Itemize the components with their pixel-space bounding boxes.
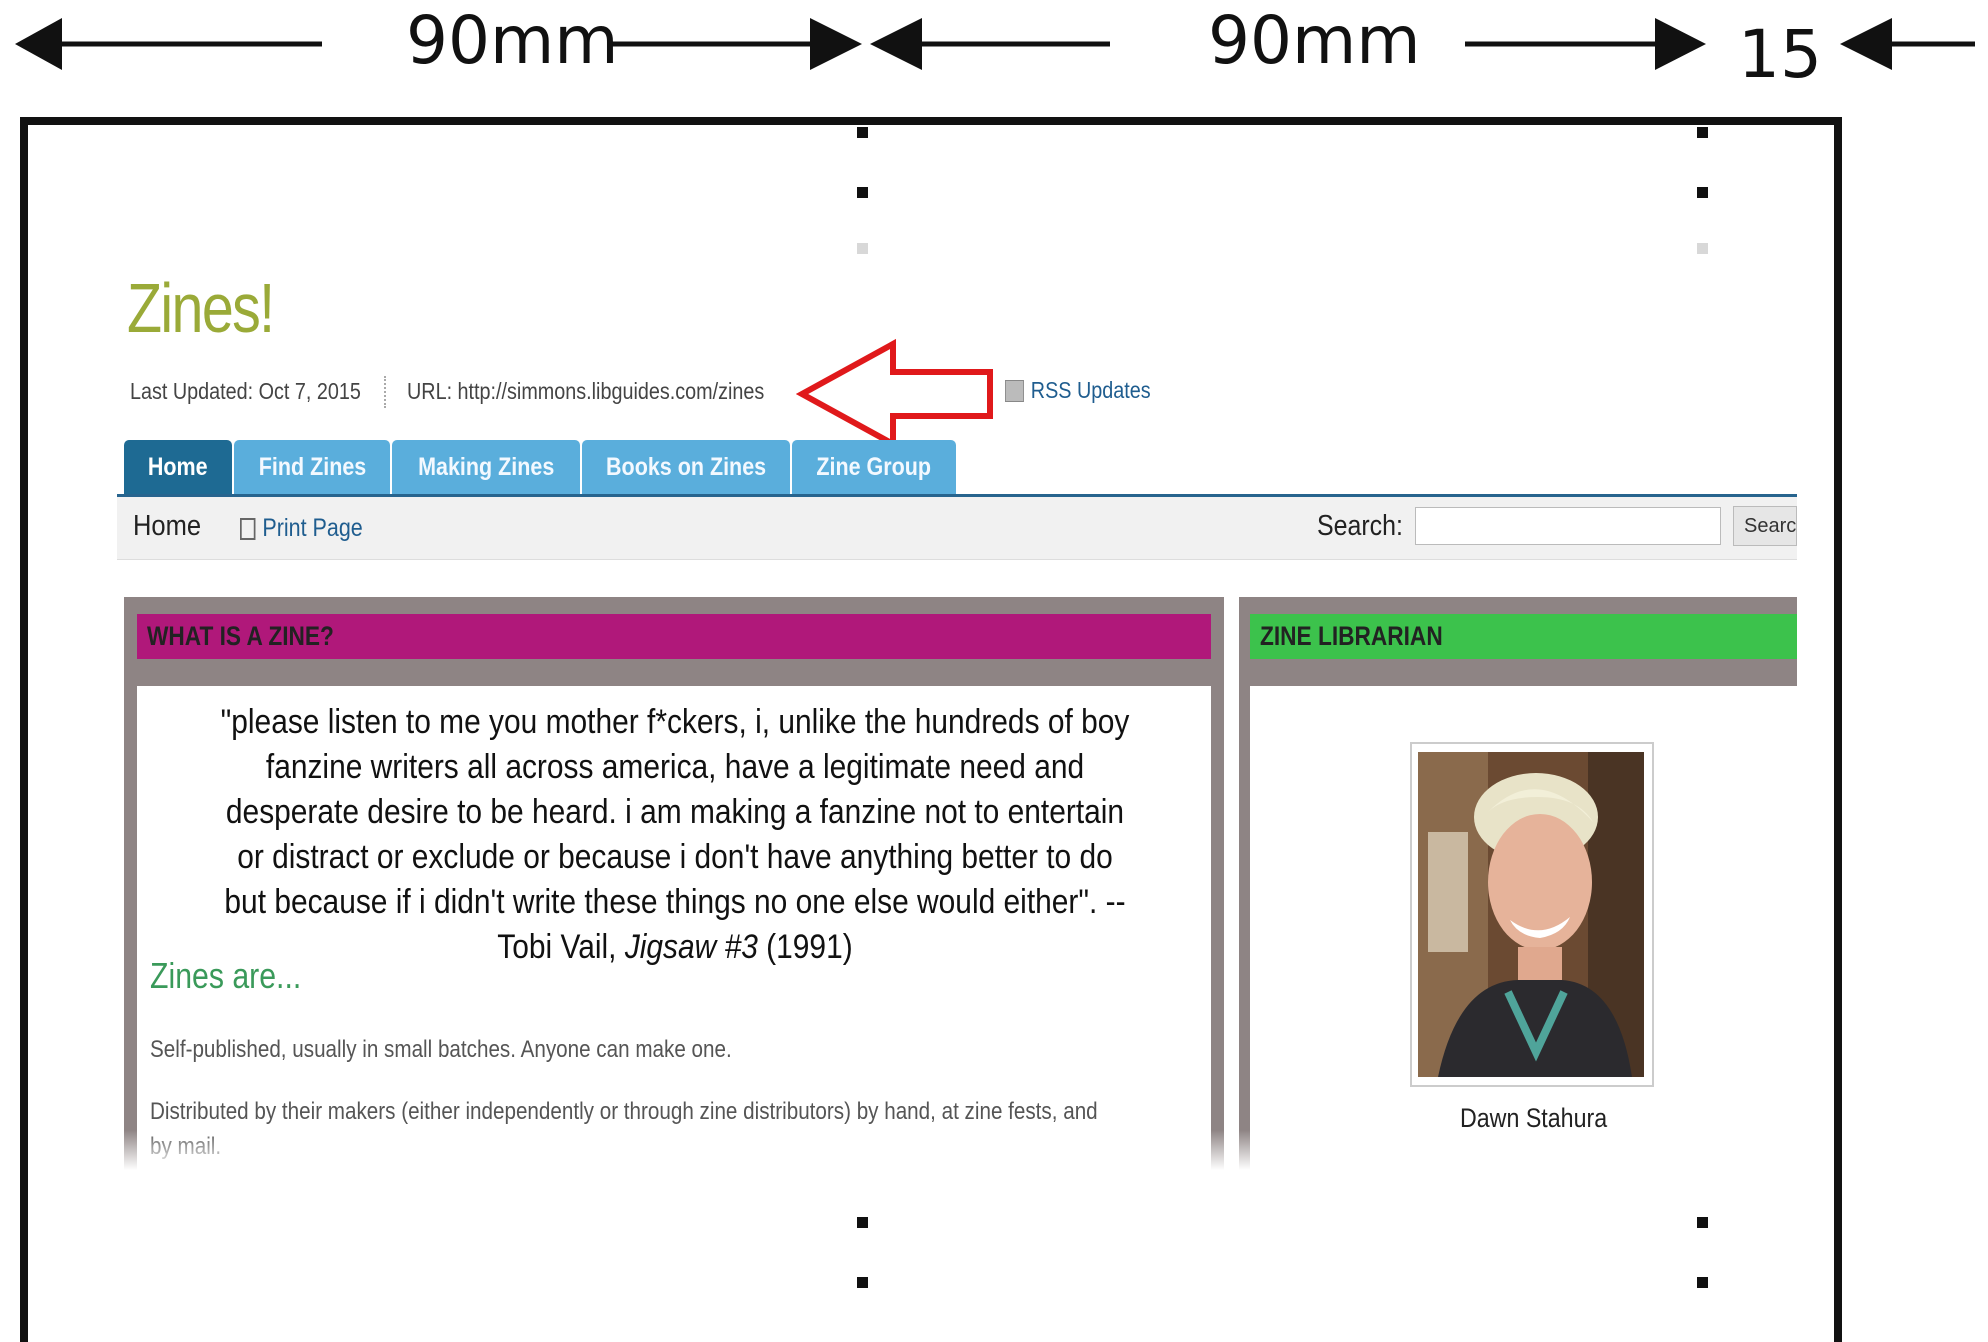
content-fade <box>100 1130 1820 1170</box>
fold-mark <box>1697 1277 1708 1288</box>
librarian-photo <box>1418 752 1644 1077</box>
last-updated: Last Updated: Oct 7, 2015 <box>130 378 361 404</box>
callout-arrow-icon <box>796 338 993 450</box>
zines-are-heading: Zines are... <box>150 955 302 996</box>
fold-mark <box>857 187 868 198</box>
tab-books-on-zines[interactable]: Books on Zines <box>582 440 790 494</box>
printer-icon <box>240 517 256 540</box>
rss-icon <box>1005 379 1024 402</box>
dimension-arrows <box>15 18 1975 70</box>
zine-fact-1: Self-published, usually in small batches… <box>150 1036 732 1063</box>
search-label: Search: <box>1317 510 1403 542</box>
rss-label: RSS Updates <box>1030 377 1151 403</box>
meta-divider <box>384 376 386 408</box>
search-button[interactable]: Search <box>1733 506 1797 546</box>
page-title: Zines! <box>127 269 275 347</box>
guide-url[interactable]: URL: http://simmons.libguides.com/zines <box>407 378 764 405</box>
fold-mark <box>1697 127 1708 138</box>
rss-updates-link[interactable]: RSS Updates <box>1005 377 1151 404</box>
tobi-vail-quote: "please listen to me you mother f*ckers,… <box>220 703 1130 966</box>
left-width-label: 90mm <box>406 2 619 79</box>
right-arrow-icon <box>810 18 862 70</box>
left-arrow-icon <box>870 18 922 70</box>
tab-zine-group[interactable]: Zine Group <box>792 440 956 494</box>
fold-mark <box>1697 187 1708 198</box>
tab-making-zines[interactable]: Making Zines <box>392 440 580 494</box>
right-arrow-icon <box>1655 18 1706 70</box>
fold-mark <box>1697 243 1708 254</box>
quote-zine-title: Jigsaw #3 <box>624 928 758 966</box>
fold-mark <box>857 243 868 254</box>
librarian-box-header: ZINE LIBRARIAN <box>1250 614 1797 659</box>
fold-mark <box>1697 1217 1708 1228</box>
print-page-link[interactable]: Print Page <box>240 514 363 543</box>
print-page-label: Print Page <box>262 514 363 542</box>
right-width-label: 90mm <box>1208 2 1421 79</box>
margin-label: 15 <box>1738 16 1822 93</box>
search-input[interactable] <box>1415 507 1721 545</box>
tab-home[interactable]: Home <box>124 440 232 494</box>
fold-mark <box>857 1217 868 1228</box>
zine-box-header: WHAT IS A ZINE? <box>137 614 1211 659</box>
breadcrumb: Home <box>133 510 202 542</box>
tab-find-zines[interactable]: Find Zines <box>234 440 390 494</box>
fold-mark <box>857 1277 868 1288</box>
left-arrow-icon <box>15 18 62 70</box>
left-arrow-icon <box>1840 18 1892 70</box>
fold-mark <box>857 127 868 138</box>
